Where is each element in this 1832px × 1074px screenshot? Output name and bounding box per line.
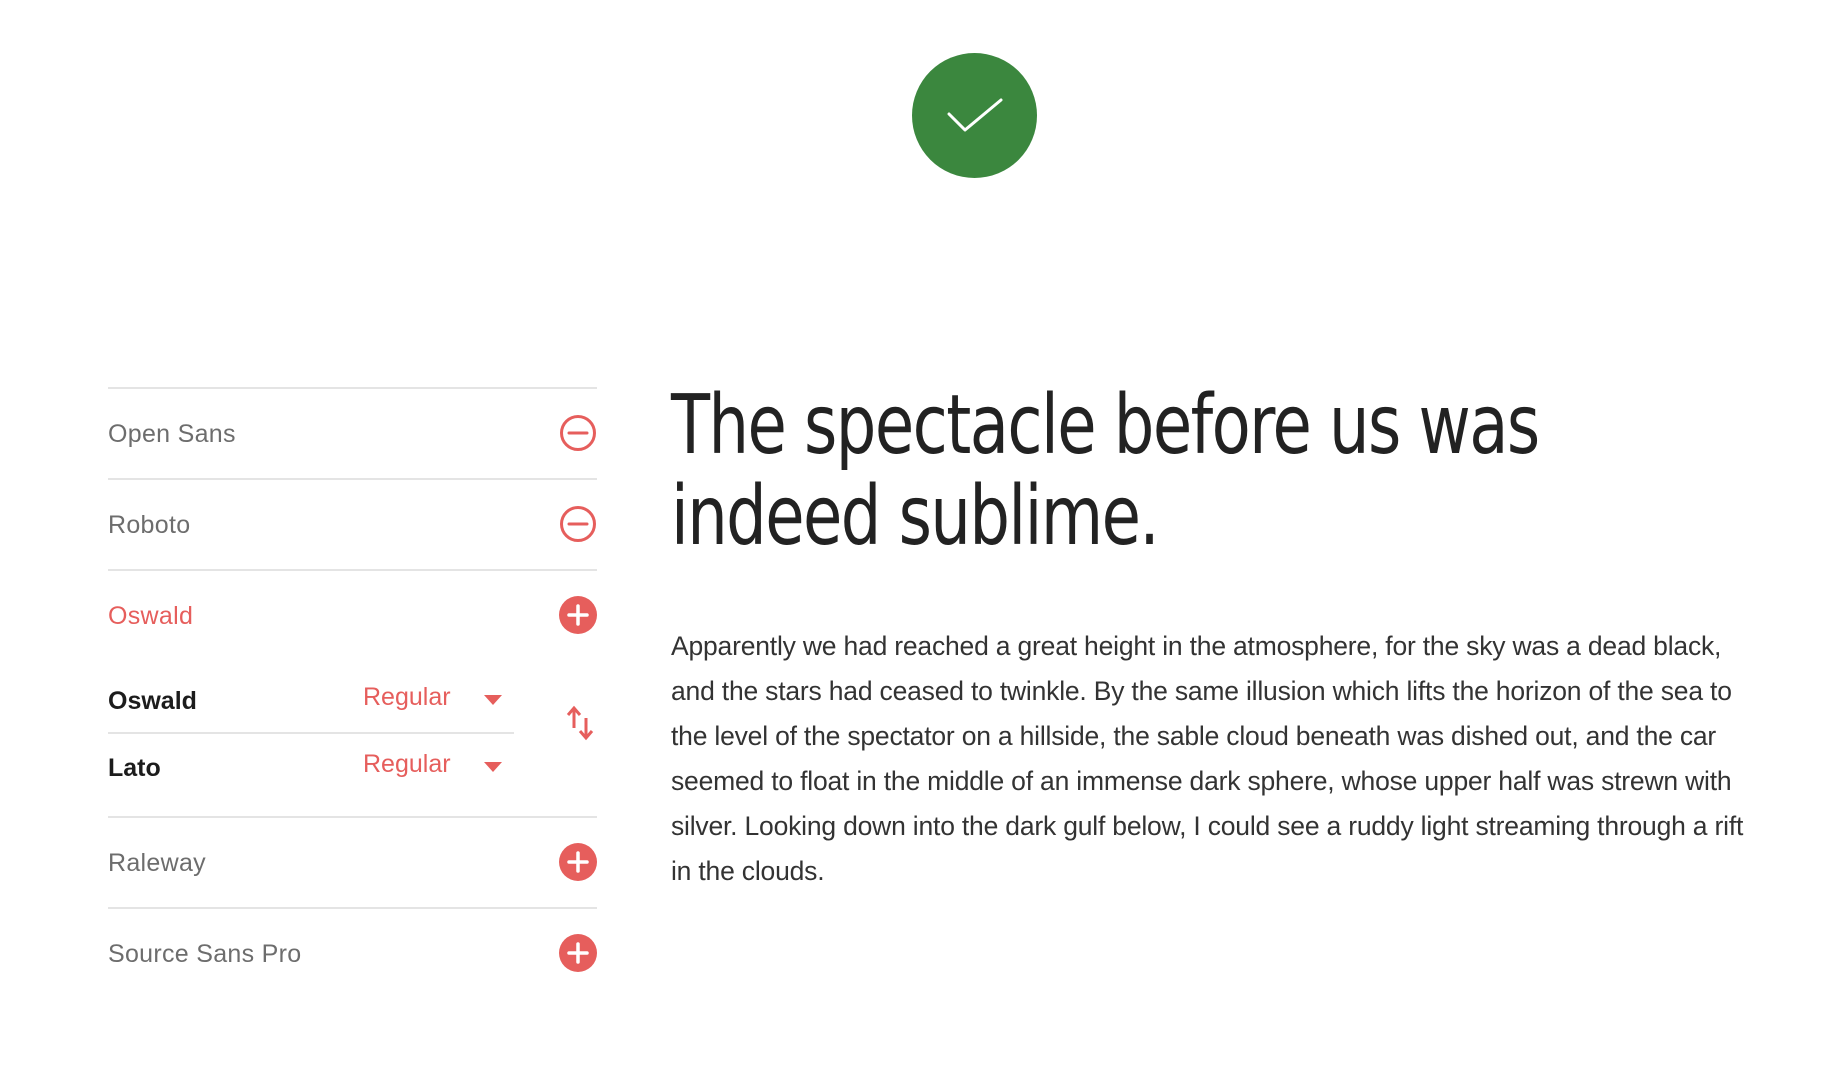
body-weight-select[interactable]: Regular: [363, 750, 451, 779]
font-name: Raleway: [108, 849, 206, 877]
font-row-source-sans-pro[interactable]: Source Sans Pro: [108, 907, 597, 998]
preview-heading: The spectacle before us was indeed subli…: [671, 378, 1540, 564]
heading-weight-select[interactable]: Regular: [363, 683, 451, 712]
font-row-raleway[interactable]: Raleway: [108, 816, 597, 907]
font-row-oswald[interactable]: Oswald Oswald Regular Lato Regular: [108, 569, 597, 816]
font-name: Oswald: [108, 602, 194, 630]
minus-circle-icon[interactable]: [559, 414, 597, 452]
preview-panel: The spectacle before us was indeed subli…: [671, 380, 1766, 894]
plus-circle-icon[interactable]: [559, 843, 597, 881]
preview-body-text: Apparently we had reached a great height…: [671, 631, 1744, 886]
heading-font-line: Oswald Regular: [108, 669, 514, 732]
body-font-name: Lato: [108, 754, 161, 782]
minus-circle-icon[interactable]: [559, 505, 597, 543]
plus-circle-icon[interactable]: [559, 596, 597, 634]
chevron-down-icon[interactable]: [484, 762, 502, 772]
font-name: Roboto: [108, 511, 191, 539]
font-list: Open Sans Roboto Oswald Oswald Regular L…: [108, 387, 597, 998]
font-row-open-sans[interactable]: Open Sans: [108, 387, 597, 478]
body-font-line: Lato Regular: [108, 732, 514, 797]
heading-font-name: Oswald: [108, 687, 197, 715]
font-name: Open Sans: [108, 420, 236, 448]
plus-circle-icon[interactable]: [559, 934, 597, 972]
font-pairing-page: Open Sans Roboto Oswald Oswald Regular L…: [0, 0, 1832, 1074]
font-pairing-panel: Oswald Regular Lato Regular: [108, 669, 514, 797]
success-badge: [912, 53, 1037, 178]
font-row-roboto[interactable]: Roboto: [108, 478, 597, 569]
font-name: Source Sans Pro: [108, 940, 302, 968]
check-icon: [947, 98, 1002, 131]
swap-vertical-icon[interactable]: [565, 704, 595, 742]
chevron-down-icon[interactable]: [484, 695, 502, 705]
